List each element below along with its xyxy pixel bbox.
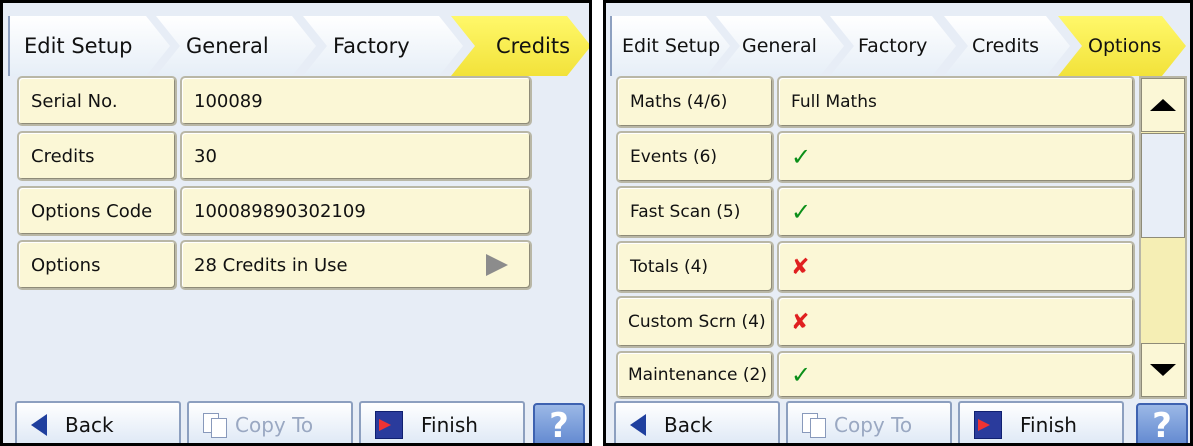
crumb-edit-setup[interactable]: Edit Setup: [610, 16, 730, 76]
copy-to-button[interactable]: Copy To: [786, 401, 952, 443]
row-label: Events (6): [616, 131, 774, 183]
row-label: Options Code: [17, 186, 177, 236]
row-value: ✘: [777, 296, 1135, 348]
crumb-general[interactable]: General: [716, 16, 844, 76]
list-item[interactable]: Fast Scan (5) ✓: [616, 186, 1135, 238]
row-value-text: 28 Credits in Use: [194, 254, 348, 276]
scroll-thumb[interactable]: [1141, 133, 1185, 238]
row-value: ✘: [777, 241, 1135, 293]
row-label: Options: [17, 240, 177, 290]
crumb-label: General: [186, 34, 269, 58]
list-item[interactable]: Options Code 100089890302109: [17, 186, 532, 236]
copy-label: Copy To: [834, 413, 913, 437]
list-item[interactable]: Credits 30: [17, 131, 532, 181]
crumb-label: Credits: [495, 34, 571, 58]
back-button[interactable]: Back: [614, 401, 780, 443]
crumb-credits[interactable]: Credits: [451, 16, 591, 76]
list-item[interactable]: Custom Scrn (4) ✘: [616, 296, 1135, 348]
row-value: 30: [180, 131, 532, 181]
back-label: Back: [664, 413, 713, 437]
copy-to-button[interactable]: Copy To: [187, 401, 353, 443]
options-panel: Edit Setup General Factory Credits Optio…: [603, 0, 1193, 446]
row-label: Maths (4/6): [616, 76, 774, 128]
row-label: Fast Scan (5): [616, 186, 774, 238]
crumb-label: Options: [1088, 35, 1162, 57]
check-icon: ✓: [791, 143, 812, 171]
back-button[interactable]: Back: [15, 401, 181, 443]
crumb-label: Edit Setup: [622, 35, 721, 57]
finish-button[interactable]: Finish: [958, 401, 1124, 443]
back-arrow-icon: [630, 414, 646, 436]
row-value: 100089: [180, 76, 532, 126]
crumb-label: Factory: [333, 34, 410, 58]
scroll-down-button[interactable]: [1141, 343, 1185, 397]
back-arrow-icon: [31, 414, 47, 436]
finish-button[interactable]: Finish: [359, 401, 525, 443]
row-label: Totals (4): [616, 241, 774, 293]
list-item[interactable]: Events (6) ✓: [616, 131, 1135, 183]
row-value: Full Maths: [777, 76, 1135, 128]
scroll-up-button[interactable]: [1141, 78, 1185, 132]
crumb-edit-setup[interactable]: Edit Setup: [8, 16, 170, 76]
crumb-factory[interactable]: Factory: [303, 16, 463, 76]
up-arrow-icon: [1150, 99, 1176, 111]
copy-label: Copy To: [235, 413, 314, 437]
cross-icon: ✘: [791, 254, 810, 280]
list-item[interactable]: Serial No. 100089: [17, 76, 532, 126]
finish-icon: [375, 411, 403, 439]
help-button[interactable]: ?: [1136, 403, 1188, 446]
copy-icon: [203, 413, 231, 438]
list-item[interactable]: Totals (4) ✘: [616, 241, 1135, 293]
list-item-options[interactable]: Options 28 Credits in Use: [17, 240, 532, 290]
crumb-label: General: [742, 35, 817, 57]
row-label: Custom Scrn (4): [616, 296, 774, 348]
back-label: Back: [65, 413, 114, 437]
row-label: Serial No.: [17, 76, 177, 126]
row-value[interactable]: 28 Credits in Use: [180, 240, 532, 290]
list-item[interactable]: Maths (4/6) Full Maths: [616, 76, 1135, 128]
help-button[interactable]: ?: [533, 403, 585, 446]
credits-panel: Edit Setup General Factory Credits Seria…: [0, 0, 592, 446]
row-value: ✓: [777, 351, 1135, 399]
crumb-credits[interactable]: Credits: [944, 16, 1070, 76]
row-value: ✓: [777, 186, 1135, 238]
row-label: Credits: [17, 131, 177, 181]
list-item[interactable]: Maintenance (2) ✓: [616, 351, 1135, 399]
crumb-general[interactable]: General: [156, 16, 316, 76]
scrollbar[interactable]: [1139, 76, 1187, 399]
right-arrow-icon[interactable]: [486, 254, 508, 276]
finish-icon: [974, 411, 1002, 439]
crumb-options[interactable]: Options: [1058, 16, 1186, 76]
crumb-label: Factory: [858, 35, 928, 57]
crumb-factory[interactable]: Factory: [830, 16, 956, 76]
down-arrow-icon: [1150, 364, 1176, 376]
check-icon: ✓: [791, 198, 812, 226]
crumb-label: Edit Setup: [24, 34, 133, 58]
finish-label: Finish: [1020, 413, 1077, 437]
check-icon: ✓: [791, 361, 812, 389]
copy-icon: [802, 413, 830, 438]
help-label: ?: [1152, 406, 1172, 446]
cross-icon: ✘: [791, 309, 810, 335]
help-label: ?: [549, 406, 569, 446]
row-label: Maintenance (2): [616, 351, 774, 399]
crumb-label: Credits: [972, 35, 1040, 57]
finish-label: Finish: [421, 413, 478, 437]
row-value: ✓: [777, 131, 1135, 183]
row-value: 100089890302109: [180, 186, 532, 236]
